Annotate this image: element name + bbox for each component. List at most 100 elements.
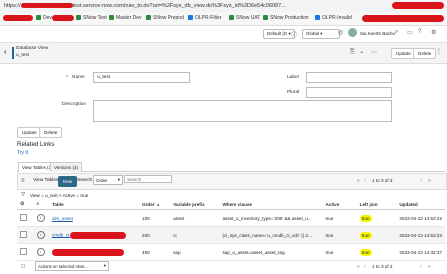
bookmark-snow-prepod[interactable]: SNow Prepod xyxy=(146,15,184,21)
back-icon[interactable]: ‹ xyxy=(4,47,7,56)
header-gear-cell[interactable]: ⚙ xyxy=(17,199,34,210)
cell-left-join: true xyxy=(356,226,397,244)
row-checkbox[interactable] xyxy=(20,248,27,255)
search-label: Search xyxy=(77,178,93,183)
row-checkbox[interactable] xyxy=(20,214,27,221)
bookmark-dev[interactable]: Dev xyxy=(36,15,52,21)
table-row[interactable]: i 450 sap sap_u_asset=asset_asset_tag tr… xyxy=(17,243,445,261)
table-row[interactable]: i cmdb_ci 200 ci (ci_sys_class_name='u_c… xyxy=(17,226,445,244)
description-label: Description xyxy=(62,102,86,107)
plural-field[interactable] xyxy=(306,87,392,98)
row-checkbox-cell[interactable] xyxy=(17,226,34,244)
try-it-link[interactable]: Try It xyxy=(17,150,28,156)
breadcrumb[interactable]: View = u_test > Active = true xyxy=(30,193,88,198)
globe-icon[interactable]: ◎ xyxy=(338,29,343,36)
bookmark-olpr-invalid[interactable]: OLPR-Invalid xyxy=(315,15,352,21)
column-header-active[interactable]: Active xyxy=(322,199,357,210)
description-field[interactable] xyxy=(93,100,392,122)
chat-icon[interactable]: ▭ xyxy=(407,29,413,36)
row-checkbox-cell[interactable] xyxy=(17,209,34,227)
cell-left-join: true xyxy=(356,209,397,227)
attachment-icon[interactable]: ⎘ xyxy=(350,49,355,56)
plural-label: Plural xyxy=(287,90,300,95)
cell-prefix: asset xyxy=(170,209,220,227)
info-icon[interactable]: i xyxy=(36,214,45,222)
activity-icon[interactable]: ⌁ xyxy=(360,49,364,56)
row-checkbox-cell[interactable] xyxy=(17,243,34,261)
info-icon[interactable]: i xyxy=(36,231,45,239)
prev-page-icon[interactable]: ‹ xyxy=(364,178,366,184)
column-header-updated[interactable]: Updated xyxy=(396,199,445,210)
servicenow-icon xyxy=(263,15,268,21)
servicenow-icon xyxy=(229,15,234,21)
row-info-cell[interactable]: i xyxy=(33,226,49,244)
row-checkbox[interactable] xyxy=(20,231,27,238)
bookmark-snow-test[interactable]: SNow Test xyxy=(76,15,107,21)
column-header-order[interactable]: Order ▲ xyxy=(139,199,171,210)
olpr-icon xyxy=(315,15,320,21)
header-search-cell[interactable]: ⌕ xyxy=(33,199,49,210)
select-all-icon[interactable]: ☐ xyxy=(21,264,25,270)
footer-next-page-icon[interactable]: › xyxy=(420,264,422,270)
new-button[interactable]: New xyxy=(58,176,78,187)
cell-updated: 2023-04-13 14:53:22 xyxy=(396,209,445,227)
footer-prev-page-icon[interactable]: ‹ xyxy=(364,264,366,270)
name-value: u_test xyxy=(97,75,111,80)
column-header-where[interactable]: Where clause xyxy=(219,199,323,210)
footer-first-page-icon[interactable]: « xyxy=(357,264,360,270)
bookmark-olpr-filter[interactable]: OLPR-Filter xyxy=(188,15,221,21)
cell-table[interactable]: alm_asset xyxy=(48,209,140,227)
scope-picker[interactable]: Global ▾ xyxy=(302,29,340,39)
bookmark-snow-uat[interactable]: SNow UAT xyxy=(229,15,260,21)
filter-icon[interactable]: ⛛ xyxy=(21,192,25,198)
form-record: u_test xyxy=(16,53,30,58)
info-icon[interactable]: i xyxy=(36,248,45,256)
url-text[interactable]: https:// test.service-now.com/nav_to.do?u… xyxy=(4,3,286,9)
info-icon[interactable]: ⓘ xyxy=(291,30,297,39)
settings-icon[interactable]: ⚙ xyxy=(431,29,436,36)
menu-icon[interactable]: ≡ xyxy=(21,178,25,184)
cell-prefix: sap xyxy=(170,243,220,261)
column-header-left-join[interactable]: Left join xyxy=(356,199,397,210)
bookmark-snow-production[interactable]: SNow Production xyxy=(263,15,309,21)
olpr-icon xyxy=(188,15,193,21)
last-page-icon[interactable]: » xyxy=(428,178,431,184)
redacted-bookmark xyxy=(3,15,33,21)
cell-where: sap_u_asset=asset_asset_tag xyxy=(219,243,323,261)
form-kicker: Database View xyxy=(16,46,49,51)
cell-order: 450 xyxy=(139,243,171,261)
header-delete-button[interactable]: Delete xyxy=(413,48,437,59)
cell-table[interactable]: cmdb_ci xyxy=(48,226,140,244)
user-name[interactable]: Sai Keerth Bachu xyxy=(360,31,395,36)
search-icon[interactable]: ⌕ xyxy=(37,201,40,207)
next-page-icon[interactable]: › xyxy=(420,178,422,184)
gear-icon[interactable]: ⚙ xyxy=(20,201,24,207)
cell-table[interactable] xyxy=(48,243,140,261)
footer-last-page-icon[interactable]: » xyxy=(428,264,431,270)
name-field[interactable]: u_test xyxy=(93,72,190,83)
search-input[interactable] xyxy=(124,175,172,183)
avatar[interactable] xyxy=(348,28,357,37)
column-header-table[interactable]: Table xyxy=(48,199,140,210)
first-page-icon[interactable]: « xyxy=(357,178,360,184)
help-icon[interactable]: ? xyxy=(418,29,421,35)
tab-versions[interactable]: Versions (4) xyxy=(50,162,83,172)
row-info-cell[interactable]: i xyxy=(33,209,49,227)
bookmark-master-dev[interactable]: Master Dev xyxy=(109,15,142,21)
list-title[interactable]: View Tables xyxy=(33,178,58,183)
row-info-cell[interactable]: i xyxy=(33,243,49,261)
label-field[interactable] xyxy=(306,72,392,83)
update-set-picker[interactable]: Default [G ▾ xyxy=(263,29,295,39)
actions-select[interactable]: Actions on selected rows... ▾ xyxy=(35,261,109,271)
search-field-select[interactable]: Order ▾ xyxy=(93,175,123,185)
label-label: Label xyxy=(287,75,299,80)
cell-prefix: ci xyxy=(170,226,220,244)
more-icon[interactable]: ⋯ xyxy=(371,49,377,56)
column-header-prefix[interactable]: Variable prefix xyxy=(170,199,220,210)
redacted-annotation xyxy=(70,231,127,239)
search-icon[interactable]: ⌕ xyxy=(395,29,398,36)
table-row[interactable]: i alm_asset 100 asset asset_u_inventory_… xyxy=(17,209,445,227)
servicenow-icon xyxy=(36,15,41,21)
delete-button[interactable]: Delete xyxy=(39,127,63,138)
more-options-icon[interactable]: ⋮ xyxy=(436,48,442,55)
